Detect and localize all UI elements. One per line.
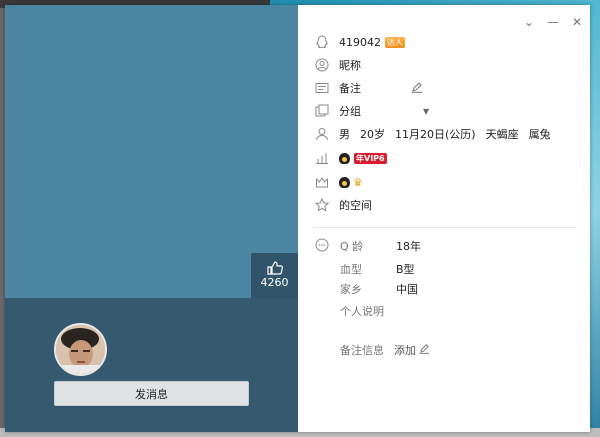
crown-privilege-icon[interactable]: ♛ <box>353 176 363 189</box>
star-icon <box>314 197 330 213</box>
profile-cover-panel: 4260 发消息 <box>5 5 298 432</box>
level-row: 年VIP6 <box>314 150 387 166</box>
edit-remark-icon[interactable] <box>411 81 423 96</box>
remark-label: 备注 <box>339 82 361 95</box>
space-row[interactable]: 的空间 <box>314 197 372 213</box>
nickname-label: 昵称 <box>339 59 361 72</box>
send-message-button[interactable]: 发消息 <box>54 381 249 406</box>
talent-badge[interactable]: 达人 <box>385 36 405 48</box>
profile-window: 4260 发消息 ⌄ — ✕ 419042 达人 昵称 备注 分组 ▼ 男 20… <box>5 5 590 432</box>
blood-type-value: B型 <box>396 263 415 276</box>
section-divider <box>314 227 576 228</box>
constellation: 天蝎座 <box>485 128 519 141</box>
space-label: 的空间 <box>339 199 372 212</box>
user-circle-icon <box>314 57 330 73</box>
bio-label: 个人说明 <box>340 305 384 318</box>
group-dropdown-icon[interactable]: ▼ <box>423 107 429 116</box>
blood-type-row: 血型 B型 <box>340 261 415 277</box>
blood-type-label: 血型 <box>340 263 362 276</box>
avatar-photo <box>56 325 105 374</box>
crown-outline-icon <box>314 174 330 190</box>
age: 20岁 <box>360 128 385 141</box>
close-icon[interactable]: ✕ <box>570 15 584 29</box>
penguin-outline-icon <box>314 34 330 50</box>
remark-row: 备注 <box>314 80 423 96</box>
window-controls: ⌄ — ✕ <box>522 15 584 29</box>
id-card-icon <box>314 80 330 96</box>
cover-lower-band <box>5 298 298 432</box>
hometown-row: 家乡 中国 <box>340 281 418 297</box>
group-label: 分组 <box>339 105 361 118</box>
minimize-icon[interactable]: — <box>546 15 560 29</box>
person-icon <box>314 126 330 142</box>
qq-number-row: 419042 达人 <box>314 34 405 50</box>
qq-number: 419042 <box>339 35 381 49</box>
note-label: 备注信息 <box>340 344 384 357</box>
more-row <box>314 237 339 253</box>
bio-row: 个人说明 <box>340 303 384 319</box>
note-row: 备注信息 添加 <box>340 342 430 358</box>
thumbs-up-icon <box>266 261 283 275</box>
hometown-label: 家乡 <box>340 283 362 296</box>
chevron-down-icon[interactable]: ⌄ <box>522 15 536 29</box>
add-note-link[interactable]: 添加 <box>394 344 416 357</box>
vip-badge[interactable]: 年VIP6 <box>354 152 387 164</box>
basic-info-row: 男 20岁 11月20日(公历) 天蝎座 属兔 <box>314 126 551 142</box>
like-button[interactable]: 4260 <box>251 253 298 298</box>
like-count: 4260 <box>260 276 289 289</box>
edit-note-icon[interactable] <box>419 343 430 357</box>
gender: 男 <box>339 128 350 141</box>
birthday: 11月20日(公历) <box>395 128 476 141</box>
group-row[interactable]: 分组 ▼ <box>314 103 429 119</box>
penguin-privilege-icon[interactable] <box>339 176 350 188</box>
profile-info-panel: ⌄ — ✕ 419042 达人 昵称 备注 分组 ▼ 男 20岁 11月20日(… <box>298 5 590 432</box>
q-age-row: Q 龄 18年 <box>340 238 421 254</box>
more-dots-icon[interactable] <box>314 237 330 253</box>
nickname-row: 昵称 <box>314 57 361 73</box>
avatar[interactable] <box>54 323 107 376</box>
privilege-row: ♛ <box>314 174 363 190</box>
hometown-value: 中国 <box>396 283 418 296</box>
level-bars-icon <box>314 150 330 166</box>
q-age-value: 18年 <box>396 240 421 253</box>
zodiac: 属兔 <box>528 128 551 141</box>
q-age-label: Q 龄 <box>340 240 364 253</box>
vip-penguin-icon <box>339 152 350 164</box>
group-icon <box>314 103 330 119</box>
